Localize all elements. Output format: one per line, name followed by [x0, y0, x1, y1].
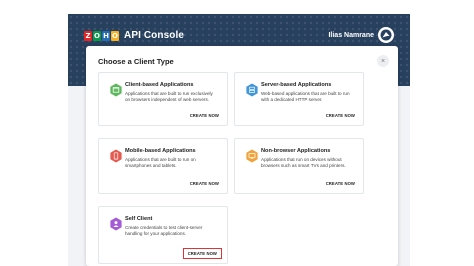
create-now-button[interactable]: CREATE NOW — [326, 113, 355, 118]
card-description: Applications that are built to run on sm… — [125, 157, 196, 168]
card-description: Applications that run on devices without… — [261, 157, 346, 168]
card-description: Create credentials to test client-server… — [125, 225, 203, 236]
user-name[interactable]: Ilias Namrane — [328, 32, 374, 39]
card-title: Client-based Applications — [125, 82, 194, 88]
server-icon — [246, 83, 258, 97]
browser-icon — [110, 83, 122, 97]
create-now-button[interactable]: CREATE NOW — [190, 181, 219, 186]
logo-letter-o-2: O — [111, 31, 119, 41]
user-avatar-icon — [380, 29, 392, 41]
zoho-logo: Z O H O — [84, 31, 119, 43]
card-non-browser[interactable]: Non-browser Applications Applications th… — [234, 138, 364, 194]
create-now-button[interactable]: CREATE NOW — [326, 181, 355, 186]
card-self-client[interactable]: Self Client Create credentials to test c… — [98, 206, 228, 264]
card-title: Non-browser Applications — [261, 148, 331, 154]
card-mobile-based[interactable]: Mobile-based Applications Applications t… — [98, 138, 228, 194]
card-description: Applications that are built to run exclu… — [125, 91, 213, 102]
mobile-icon — [110, 149, 122, 163]
close-button[interactable]: × — [377, 55, 389, 67]
create-now-button-highlighted[interactable]: CREATE NOW — [182, 248, 222, 259]
dialog-title: Choose a Client Type — [98, 57, 174, 66]
user-avatar[interactable] — [378, 27, 394, 43]
device-icon — [246, 149, 258, 163]
self-client-icon — [110, 217, 122, 231]
choose-client-dialog: Choose a Client Type × Client-based Appl… — [86, 46, 398, 266]
logo-letter-o: O — [93, 31, 101, 41]
app-title: API Console — [124, 30, 184, 41]
card-title: Self Client — [125, 216, 153, 222]
card-client-based[interactable]: Client-based Applications Applications t… — [98, 72, 228, 126]
card-title: Mobile-based Applications — [125, 148, 196, 154]
card-description: Web-based applications that are built to… — [261, 91, 350, 102]
card-title: Server-based Applications — [261, 82, 332, 88]
logo-letter-z: Z — [84, 31, 92, 41]
card-server-based[interactable]: Server-based Applications Web-based appl… — [234, 72, 364, 126]
logo-letter-h: H — [102, 31, 110, 41]
create-now-button[interactable]: CREATE NOW — [190, 113, 219, 118]
